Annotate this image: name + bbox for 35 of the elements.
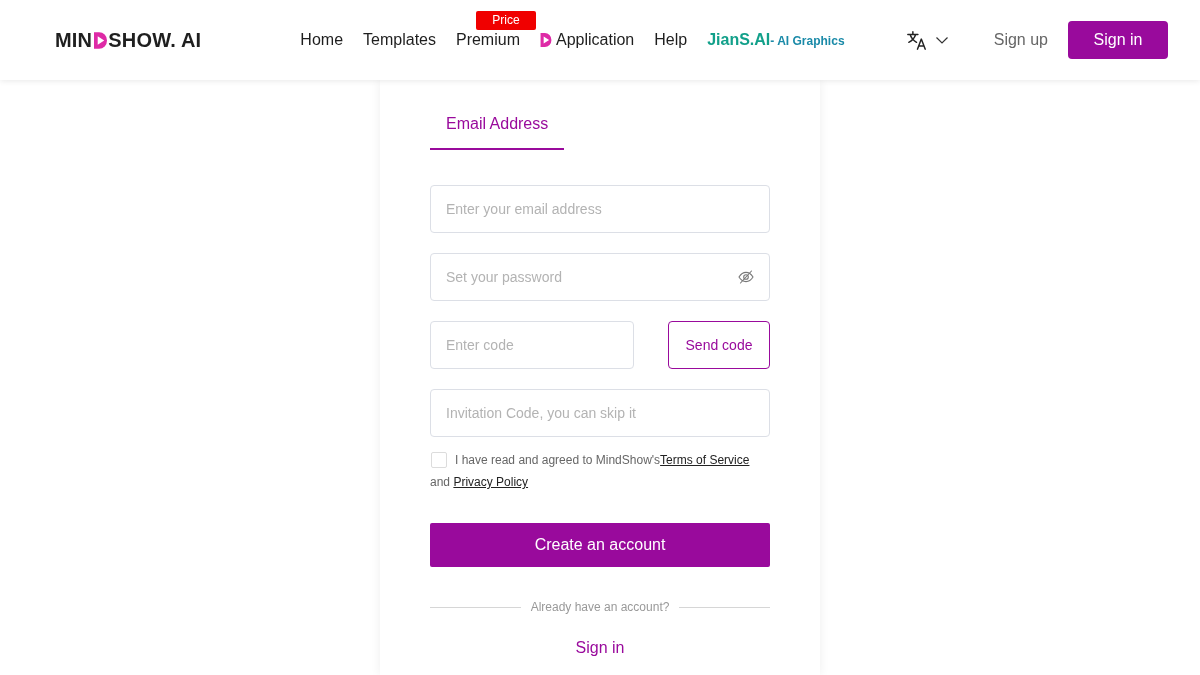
brand-nav-link[interactable]: JianS.AI- AI Graphics [707, 30, 845, 50]
nav-link[interactable]: Help [654, 31, 688, 49]
logo-text: SHOW. AI [108, 28, 202, 52]
tab[interactable]: Email Address [430, 100, 565, 150]
agreement-text: I have read and agreed to MindShow's [455, 453, 661, 467]
logo-text: MIN [55, 28, 93, 52]
terms-link[interactable]: Terms of Service [660, 453, 750, 467]
nav-link[interactable]: Application [540, 31, 635, 49]
email-input[interactable]: Enter your email address [430, 185, 770, 233]
brand-name: JianS.AI [707, 30, 771, 49]
logo-link[interactable]: MIN SHOW. AI [55, 28, 202, 52]
play-letter-icon [94, 31, 108, 49]
password-field[interactable]: Set your password [430, 253, 770, 301]
nav-link[interactable]: Home [300, 31, 344, 49]
divider-text: Already have an account? [530, 600, 670, 614]
sign-in-link[interactable]: Sign in [575, 639, 625, 656]
create-account-button[interactable]: Create an account [430, 523, 770, 567]
eye-slash-icon[interactable] [738, 270, 754, 284]
agreement-text: and [430, 475, 451, 489]
price-badge: Price [475, 11, 536, 30]
privacy-link[interactable]: Privacy Policy [453, 475, 529, 489]
chevron-down-icon [935, 36, 948, 44]
sign-in-button[interactable]: Sign in [1068, 21, 1168, 59]
sign-up-link[interactable]: Sign up [993, 31, 1048, 49]
play-letter-icon [540, 33, 552, 47]
send-code-button[interactable]: Send code [668, 321, 770, 369]
nav-link[interactable]: Premium [455, 31, 520, 49]
language-button[interactable] [905, 29, 948, 51]
translate-icon [905, 29, 928, 51]
checkbox[interactable] [431, 451, 447, 468]
brand-tagline: - AI Graphics [770, 32, 845, 50]
nav-link[interactable]: Templates [363, 31, 436, 49]
code-input[interactable]: Enter code [430, 321, 634, 369]
password-input[interactable]: Set your password [446, 266, 730, 288]
invitation-input[interactable]: Invitation Code, you can skip it [430, 389, 770, 437]
